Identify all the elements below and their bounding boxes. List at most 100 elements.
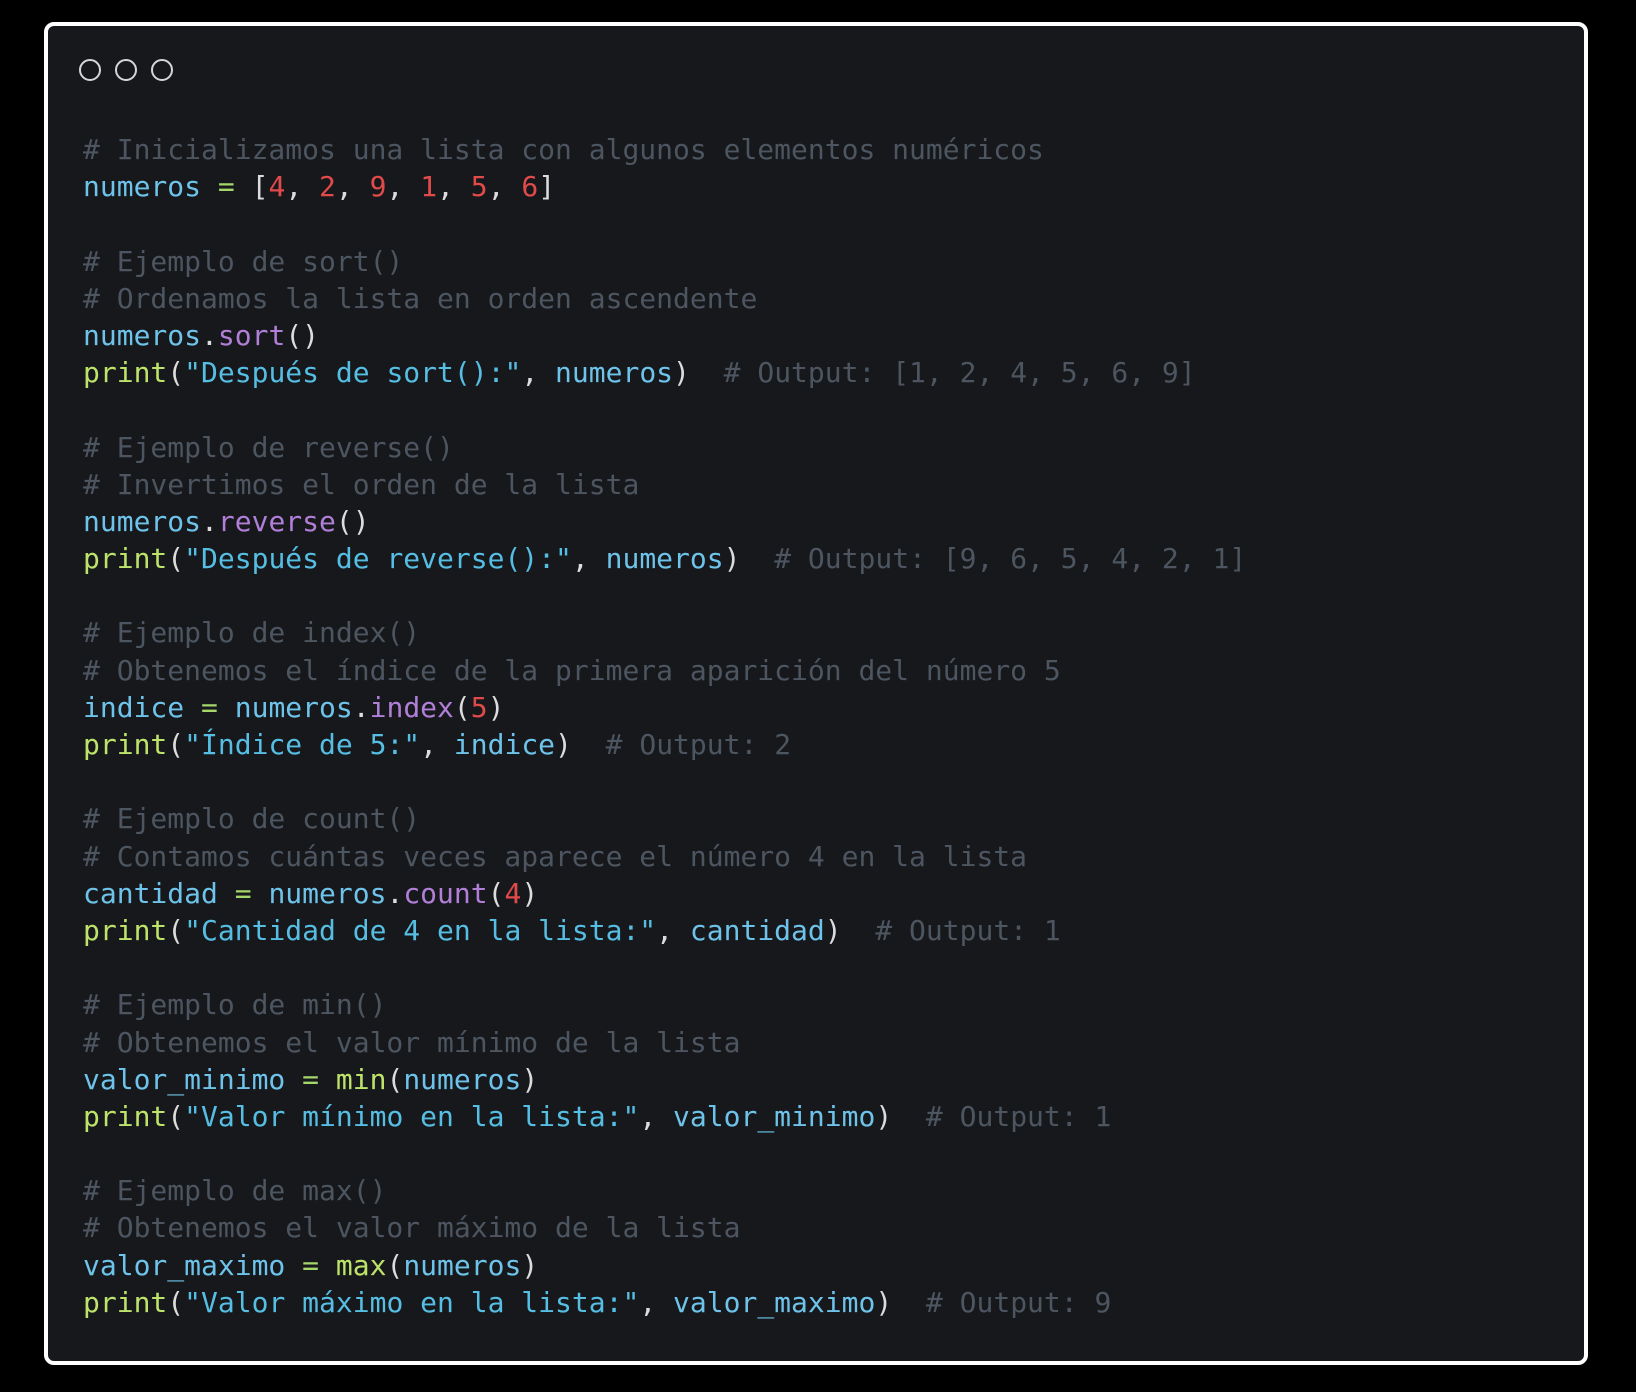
window-dot-3-icon[interactable] bbox=[151, 59, 173, 81]
code-line: # Inicializamos una lista con algunos el… bbox=[83, 131, 1246, 168]
code-token: "Después de reverse():" bbox=[184, 542, 572, 576]
code-comment: # Obtenemos el índice de la primera apar… bbox=[83, 653, 1061, 687]
code-line: # Invertimos el orden de la lista bbox=[83, 466, 1246, 503]
code-line: indice = numeros.index(5) bbox=[83, 689, 1246, 726]
code-token: , bbox=[285, 170, 320, 204]
code-comment: # Ejemplo de min() bbox=[83, 988, 387, 1022]
window-dot-2-icon[interactable] bbox=[115, 59, 137, 81]
code-line: numeros.reverse() bbox=[83, 503, 1246, 540]
code-token: numeros bbox=[555, 356, 674, 390]
code-line: numeros = [4, 2, 9, 1, 5, 6] bbox=[83, 168, 1246, 205]
window-dot-1-icon[interactable] bbox=[79, 59, 101, 81]
code-line: cantidad = numeros.count(4) bbox=[83, 875, 1246, 912]
code-line: print("Valor máximo en la lista:", valor… bbox=[83, 1284, 1246, 1321]
code-token: . bbox=[201, 504, 218, 538]
code-token: . bbox=[386, 876, 404, 910]
code-comment: # Output: 1 bbox=[892, 1099, 1112, 1133]
code-token: numeros bbox=[268, 876, 387, 910]
code-token: , bbox=[639, 1285, 674, 1319]
code-comment: # Obtenemos el valor mínimo de la lista bbox=[83, 1025, 741, 1059]
code-token: , bbox=[487, 170, 522, 204]
code-token: numeros bbox=[403, 1248, 522, 1282]
code-token: numeros bbox=[234, 690, 353, 724]
code-token: ( bbox=[167, 1285, 185, 1319]
code-comment: # Ejemplo de sort() bbox=[83, 244, 404, 278]
code-token: ) bbox=[875, 1285, 893, 1319]
code-token: "Después de sort():" bbox=[184, 356, 522, 390]
code-token: "Valor máximo en la lista:" bbox=[184, 1285, 640, 1319]
code-token: valor_maximo bbox=[83, 1248, 286, 1282]
code-line: # Contamos cuántas veces aparece el núme… bbox=[83, 838, 1246, 875]
code-token: "Cantidad de 4 en la lista:" bbox=[184, 913, 657, 947]
code-comment: # Ejemplo de index() bbox=[83, 616, 421, 650]
code-token: , bbox=[521, 356, 556, 390]
code-comment: # Output: 2 bbox=[571, 728, 792, 761]
code-token: ( bbox=[167, 356, 185, 390]
code-token: ( bbox=[487, 876, 505, 910]
code-token: numeros bbox=[83, 504, 202, 538]
code-token: ) bbox=[824, 913, 842, 947]
code-token: ( bbox=[386, 1062, 404, 1096]
code-token: ) bbox=[487, 690, 505, 724]
code-line: print("Cantidad de 4 en la lista:", cant… bbox=[83, 912, 1246, 949]
code-comment: # Ejemplo de count() bbox=[83, 802, 421, 836]
code-comment: # Obtenemos el valor máximo de la lista bbox=[83, 1211, 741, 1245]
code-token: , bbox=[420, 728, 454, 761]
code-token: , bbox=[639, 1099, 674, 1133]
code-token: ( bbox=[167, 913, 185, 947]
code-token: ( bbox=[167, 542, 185, 576]
code-token: ( bbox=[386, 1248, 404, 1282]
code-token: 1 bbox=[420, 170, 438, 204]
code-window: # Inicializamos una lista con algunos el… bbox=[44, 22, 1588, 1365]
code-token: valor_minimo bbox=[673, 1099, 876, 1133]
code-token: valor_minimo bbox=[83, 1062, 286, 1096]
code-token: count bbox=[403, 876, 488, 910]
code-token: ) bbox=[521, 876, 539, 910]
code-line: print("Después de reverse():", numeros) … bbox=[83, 540, 1246, 577]
code-token: valor_maximo bbox=[673, 1285, 876, 1319]
code-line: # Ejemplo de index() bbox=[83, 614, 1246, 651]
code-token: print bbox=[83, 542, 168, 576]
code-token: reverse bbox=[217, 504, 336, 538]
code-token: index bbox=[369, 690, 454, 724]
code-line: valor_minimo = min(numeros) bbox=[83, 1061, 1246, 1098]
code-token: ( bbox=[453, 690, 471, 724]
code-comment: # Inicializamos una lista con algunos el… bbox=[83, 133, 1044, 166]
code-line: print("Después de sort():", numeros) # O… bbox=[83, 354, 1246, 391]
code-token: print bbox=[83, 1285, 168, 1319]
code-comment: # Output: 1 bbox=[841, 913, 1061, 947]
code-token: cantidad bbox=[689, 913, 825, 947]
code-token: 5 bbox=[470, 690, 488, 724]
code-token: . bbox=[352, 690, 370, 724]
code-token: indice bbox=[453, 728, 556, 761]
code-token: numeros bbox=[83, 170, 202, 204]
code-token: 9 bbox=[369, 170, 387, 204]
code-token: 6 bbox=[521, 170, 539, 204]
code-token: print bbox=[83, 356, 168, 390]
code-line: numeros.sort() bbox=[83, 317, 1246, 354]
code-line: # Ejemplo de min() bbox=[83, 986, 1246, 1023]
code-token: = bbox=[217, 876, 269, 910]
code-line: # Obtenemos el índice de la primera apar… bbox=[83, 652, 1246, 689]
code-comment: # Output: [1, 2, 4, 5, 6, 9] bbox=[689, 356, 1196, 390]
code-token: numeros bbox=[83, 318, 202, 352]
code-token: () bbox=[335, 504, 370, 538]
code-token: print bbox=[83, 913, 168, 947]
code-token: , bbox=[437, 170, 471, 204]
code-token: max bbox=[335, 1248, 387, 1282]
code-token: ) bbox=[723, 542, 741, 576]
code-token: sort bbox=[217, 318, 286, 352]
code-token: "Índice de 5:" bbox=[184, 728, 421, 761]
code-token: numeros bbox=[403, 1062, 522, 1096]
code-token: "Valor mínimo en la lista:" bbox=[184, 1099, 640, 1133]
code-line: # Obtenemos el valor máximo de la lista bbox=[83, 1209, 1246, 1246]
code-token: = bbox=[285, 1062, 336, 1096]
code-token: 4 bbox=[504, 876, 522, 910]
code-comment: # Output: [9, 6, 5, 4, 2, 1] bbox=[740, 542, 1247, 576]
code-token: print bbox=[83, 728, 168, 761]
